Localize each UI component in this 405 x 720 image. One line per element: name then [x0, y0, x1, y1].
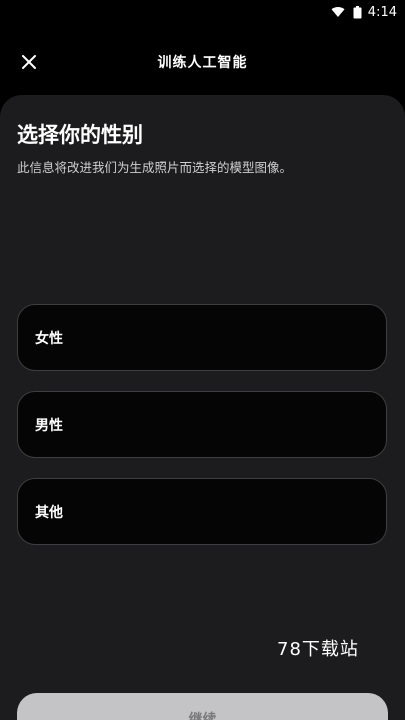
option-label: 其他	[35, 504, 63, 521]
gender-option-female[interactable]: 女性	[17, 304, 387, 371]
option-label: 女性	[35, 330, 63, 347]
watermark: 78下载站	[277, 639, 359, 660]
continue-button-label: 继续	[188, 712, 217, 720]
close-icon[interactable]	[18, 51, 40, 73]
page-title: 训练人工智能	[157, 55, 248, 71]
app-bar: 训练人工智能	[0, 40, 405, 84]
section-description: 此信息将改进我们为生成照片而选择的模型图像。	[17, 160, 293, 175]
continue-button[interactable]: 继续	[17, 693, 388, 720]
gender-option-male[interactable]: 男性	[17, 391, 387, 458]
content-sheet: 选择你的性别 此信息将改进我们为生成照片而选择的模型图像。 女性 男性 其他 7…	[0, 95, 405, 720]
battery-icon	[353, 5, 362, 19]
wifi-icon	[331, 6, 345, 18]
status-bar: 4:14	[0, 0, 405, 24]
status-time: 4:14	[367, 4, 397, 20]
gender-option-other[interactable]: 其他	[17, 478, 387, 545]
section-heading: 选择你的性别	[17, 123, 143, 147]
screen: 4:14 训练人工智能 选择你的性别 此信息将改进我们为生成照片而选择的模型图像…	[0, 0, 405, 720]
option-label: 男性	[35, 417, 63, 434]
